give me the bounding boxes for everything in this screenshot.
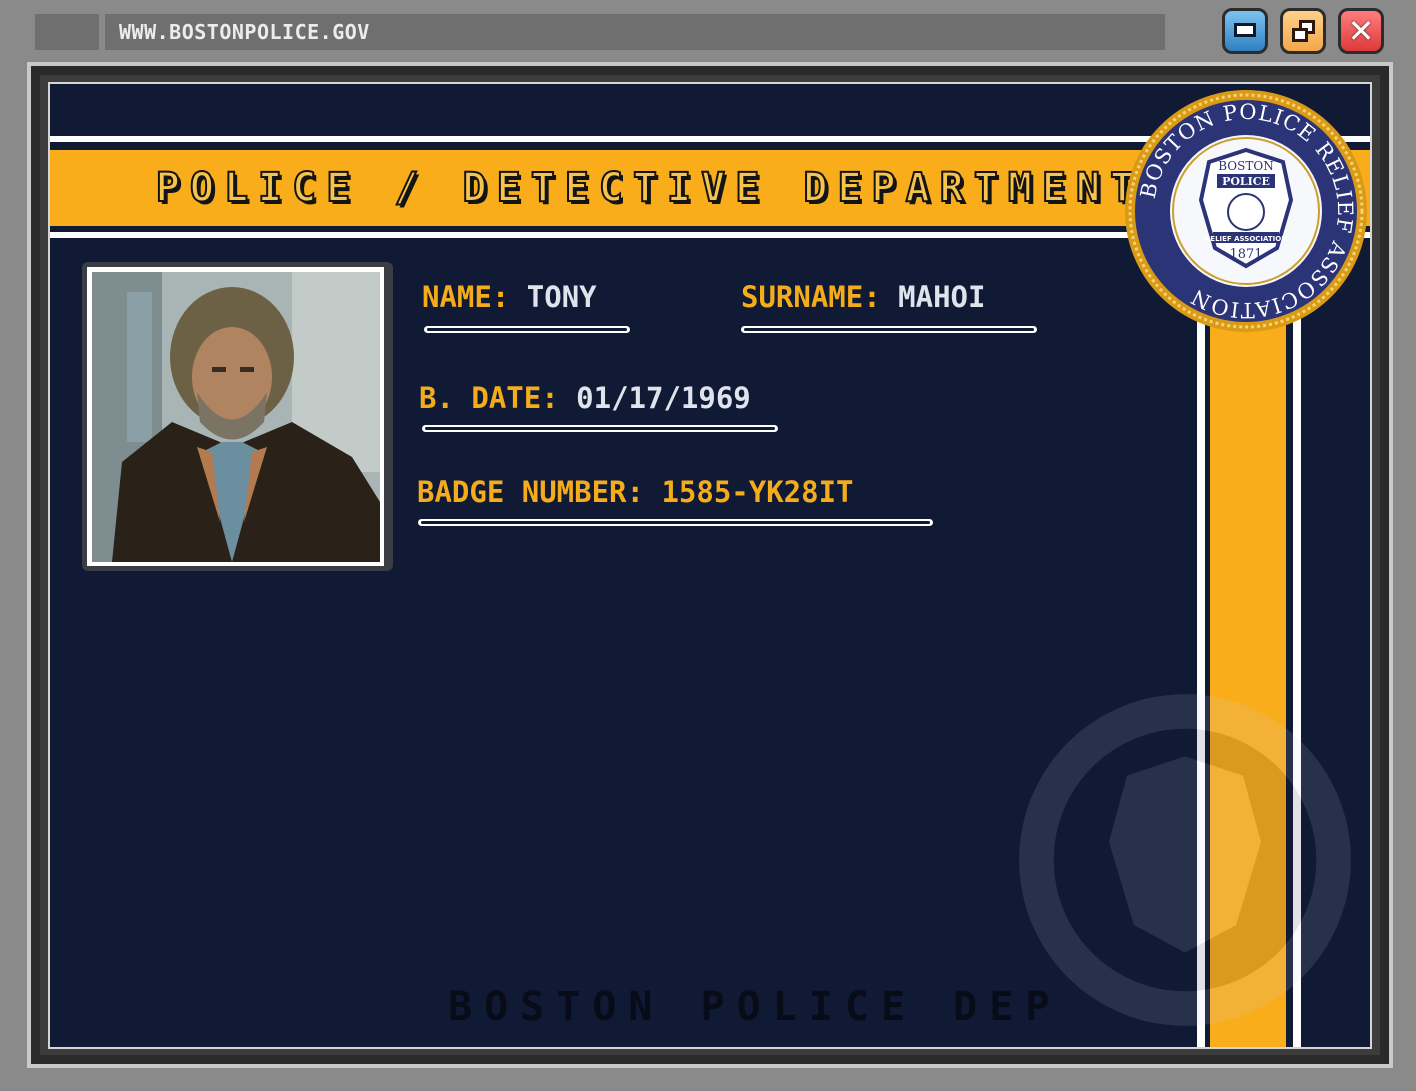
birthdate-label: B. DATE:: [419, 381, 559, 415]
name-label: NAME:: [422, 280, 510, 314]
officer-photo: [92, 272, 380, 562]
restore-icon-back: [1292, 28, 1308, 42]
seal-watermark: [1019, 694, 1351, 1026]
surname-underline: [741, 326, 1037, 333]
seal-inner-band: RELIEF ASSOCIATION: [1205, 235, 1287, 243]
police-seal: BOSTON POLICE RELIEF ASSOCIATION BOSTON …: [1125, 90, 1367, 332]
name-value: TONY: [526, 280, 597, 314]
restore-button[interactable]: [1280, 8, 1326, 54]
surname-row: SURNAME: MAHOI: [741, 280, 985, 314]
birthdate-underline: [422, 425, 778, 432]
close-icon: ✕: [1347, 12, 1375, 50]
birthdate-value: 01/17/1969: [576, 381, 751, 415]
surname-label: SURNAME:: [741, 280, 881, 314]
url-bar[interactable]: WWW.BOSTONPOLICE.GOV: [105, 14, 1165, 50]
badge-underline: [418, 519, 933, 526]
seal-inner-top: BOSTON: [1218, 159, 1273, 173]
name-row: NAME: TONY: [422, 280, 597, 314]
id-card-panel: POLICE / DETECTIVE DEPARTMENT BOSTON POL…: [48, 82, 1372, 1049]
tab-stub[interactable]: [35, 14, 99, 50]
close-button[interactable]: ✕: [1338, 8, 1384, 54]
photo-border: [87, 267, 384, 566]
photo-frame: [82, 262, 393, 571]
badge-row: BADGE NUMBER: 1585-YK28IT: [417, 475, 854, 509]
badge-label: BADGE NUMBER:: [417, 475, 644, 509]
badge-value: 1585-YK28IT: [661, 475, 854, 509]
birthdate-row: B. DATE: 01/17/1969: [419, 381, 751, 415]
name-underline: [424, 326, 630, 333]
seal-year: 1871: [1229, 247, 1262, 262]
watermark-text: BOSTON POLICE DEP: [448, 984, 1062, 1030]
page-title: POLICE / DETECTIVE DEPARTMENT: [155, 164, 1145, 212]
surname-value: MAHOI: [898, 280, 986, 314]
minimize-button[interactable]: [1222, 8, 1268, 54]
minimize-icon: [1234, 23, 1256, 37]
seal-inner-mid: POLICE: [1222, 175, 1270, 188]
